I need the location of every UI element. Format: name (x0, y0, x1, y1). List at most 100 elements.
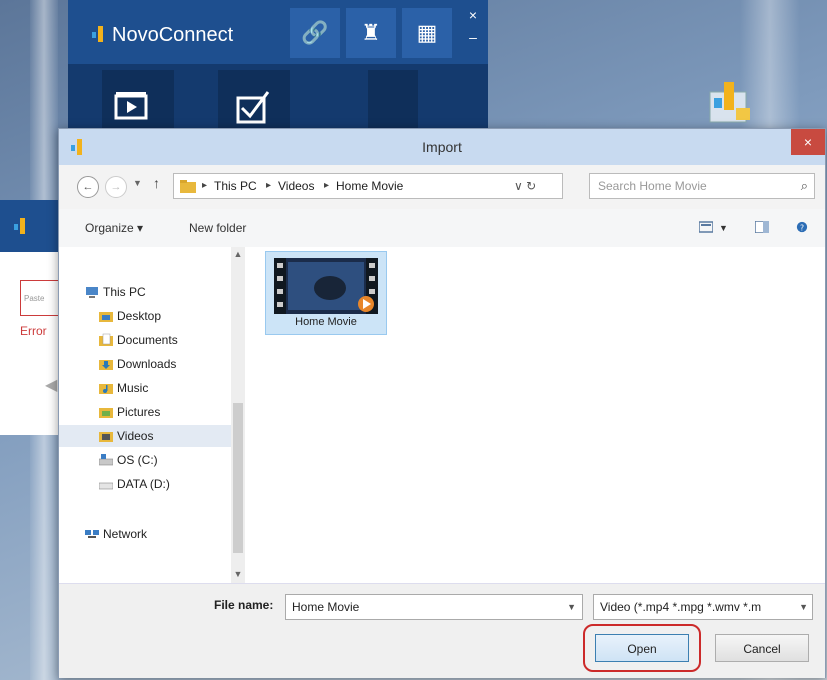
nav-label: Videos (117, 429, 154, 443)
search-placeholder: Search Home Movie (598, 179, 707, 193)
nav-item-music[interactable]: Music (59, 377, 231, 399)
pictures-folder-icon (99, 408, 113, 418)
users-button[interactable]: ♜ (346, 8, 396, 58)
recent-locations-dropdown[interactable]: ▼ (133, 178, 142, 188)
nav-item-pictures[interactable]: Pictures (59, 401, 231, 423)
desktop-folder-icon (99, 312, 113, 322)
link-icon: 🔗 (301, 20, 329, 45)
scroll-up-arrow-icon[interactable]: ▲ (231, 249, 245, 259)
novo-close-button[interactable]: × (464, 6, 482, 24)
preview-pane-icon[interactable] (755, 221, 769, 233)
command-toolbar: Organize ▾ New folder ▼ ? (59, 209, 825, 248)
video-file-icon (274, 258, 378, 314)
checklist-tile[interactable] (218, 70, 290, 130)
change-view-icon[interactable] (699, 221, 713, 233)
drive-icon (99, 482, 113, 490)
computer-icon (86, 287, 98, 298)
users-icon: ♜ (361, 20, 381, 45)
grid-button[interactable]: ▦ (402, 8, 452, 58)
view-dropdown-icon[interactable]: ▼ (719, 209, 728, 247)
breadcrumb-home-movie[interactable]: Home Movie (336, 174, 403, 198)
nav-label: Documents (117, 333, 178, 347)
search-icon: ⌕ (800, 178, 808, 193)
nav-item-network[interactable]: Network (59, 523, 231, 545)
organize-button[interactable]: Organize ▾ (85, 209, 143, 247)
novoconnect-logo-icon (14, 218, 25, 234)
novoconnect-logo-icon (92, 26, 103, 42)
address-bar[interactable]: ▸ This PC ▸ Videos ▸ Home Movie ∨ ↻ (173, 173, 563, 199)
videos-folder-icon (99, 432, 113, 442)
file-name-input[interactable]: Home Movie ▼ (285, 594, 583, 620)
grid-icon: ▦ (416, 20, 438, 45)
breadcrumb-separator: ▸ (202, 180, 208, 191)
film-icon (114, 92, 148, 120)
nav-label: DATA (D:) (117, 477, 170, 491)
nav-label: This PC (103, 285, 146, 299)
nav-label: Music (117, 381, 149, 395)
back-button[interactable]: ← (77, 176, 99, 198)
scroll-down-arrow-icon[interactable]: ▼ (231, 569, 245, 579)
novoconnect-window: NovoConnect 🔗 ♜ ▦ × – (68, 0, 488, 130)
nav-label: Network (103, 527, 148, 541)
nav-label: Desktop (117, 309, 162, 323)
file-name-value: Home Movie (292, 600, 360, 614)
checkbox-icon (236, 91, 270, 124)
nav-label: OS (C:) (117, 453, 158, 467)
file-type-value: Video (*.mp4 *.mpg *.wmv *.m (600, 600, 762, 614)
new-folder-button[interactable]: New folder (189, 209, 246, 247)
downloads-folder-icon (99, 360, 113, 370)
nav-item-videos[interactable]: Videos (59, 425, 231, 447)
network-icon (85, 530, 99, 538)
video-tile[interactable] (102, 70, 174, 130)
import-dialog: Import × ← → ▼ ↑ ▸ This PC ▸ Videos ▸ Ho… (58, 128, 826, 678)
novoconnect-header: NovoConnect 🔗 ♜ ▦ × – (68, 0, 488, 64)
file-item-home-movie[interactable]: Home Movie (265, 251, 387, 335)
cancel-button[interactable]: Cancel (715, 634, 809, 662)
dialog-title: Import (422, 139, 462, 155)
desktop-app-icon[interactable] (706, 78, 756, 128)
app-title: NovoConnect (112, 24, 234, 46)
breadcrumb-separator: ▸ (324, 180, 330, 191)
folder-icon (180, 180, 196, 193)
nav-label: Pictures (117, 405, 161, 419)
chevron-down-icon[interactable]: ▼ (796, 595, 808, 619)
breadcrumb-videos[interactable]: Videos (278, 174, 314, 198)
dialog-close-button[interactable]: × (791, 129, 825, 155)
open-button[interactable]: Open (595, 634, 689, 662)
svg-text:?: ? (800, 223, 804, 232)
nav-item-desktop[interactable]: Desktop (59, 305, 231, 327)
scroll-thumb[interactable] (233, 403, 243, 553)
close-icon: × (803, 134, 813, 150)
help-icon[interactable]: ? (795, 221, 809, 233)
address-row: ← → ▼ ↑ ▸ This PC ▸ Videos ▸ Home Movie … (59, 169, 825, 203)
up-button[interactable]: ↑ (153, 175, 160, 191)
drive-icon (99, 454, 113, 466)
forward-button[interactable]: → (105, 176, 127, 198)
file-name-field-label: File name: (214, 598, 274, 612)
error-text: Error (20, 324, 47, 338)
dialog-footer: File name: Home Movie ▼ Video (*.mp4 *.m… (59, 583, 825, 678)
nav-item-data-d[interactable]: DATA (D:) (59, 473, 231, 495)
nav-label: Downloads (117, 357, 177, 371)
file-name-label: Home Movie (295, 316, 357, 328)
left-arrow-icon[interactable]: ◀ (45, 375, 57, 395)
search-input[interactable]: Search Home Movie ⌕ (589, 173, 815, 199)
nav-item-downloads[interactable]: Downloads (59, 353, 231, 375)
dialog-titlebar: Import × (59, 129, 825, 165)
nav-item-documents[interactable]: Documents (59, 329, 231, 351)
novo-minimize-button[interactable]: – (464, 28, 482, 46)
breadcrumb-this-pc[interactable]: This PC (214, 174, 257, 198)
app-tile[interactable] (368, 70, 418, 130)
breadcrumb-separator: ▸ (266, 180, 272, 191)
music-folder-icon (99, 384, 113, 394)
address-controls[interactable]: ∨ ↻ (514, 174, 536, 198)
file-list-pane: Home Movie (245, 247, 825, 583)
chevron-down-icon[interactable]: ▼ (567, 595, 576, 619)
navigation-pane: This PC Desktop Documents Downloads Musi… (59, 247, 245, 583)
documents-folder-icon (99, 333, 113, 346)
nav-item-this-pc[interactable]: This PC (59, 281, 231, 303)
link-button[interactable]: 🔗 (290, 8, 340, 58)
navigation-scrollbar[interactable]: ▲ ▼ (231, 247, 245, 583)
nav-item-os-c[interactable]: OS (C:) (59, 449, 231, 471)
file-type-select[interactable]: Video (*.mp4 *.mpg *.wmv *.m ▼ (593, 594, 813, 620)
